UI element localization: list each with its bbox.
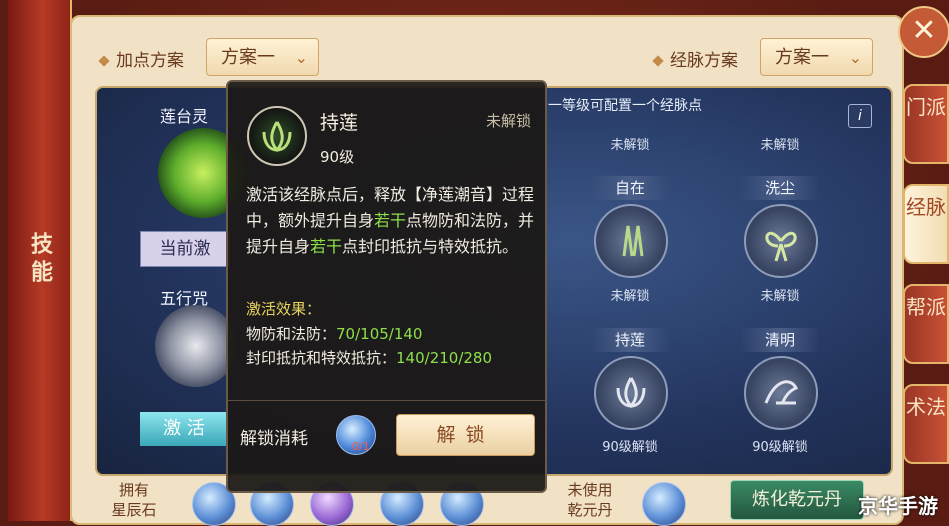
close-icon[interactable]: ✕ xyxy=(898,6,949,58)
tooltip-lock-state: 未解锁 xyxy=(485,112,531,130)
qianyuan-pill-icon[interactable] xyxy=(642,482,686,526)
meridian-node-qingming[interactable] xyxy=(744,356,818,430)
plan-label-wrap: 加点方案 xyxy=(98,46,184,71)
meridian-node-zizai[interactable] xyxy=(594,204,668,278)
bird-icon xyxy=(764,380,799,405)
node-title: 自在 xyxy=(590,176,670,200)
effect-row: 封印抵抗和特效抵抗：140/210/280 xyxy=(246,349,493,367)
tab-spells[interactable]: 术法 xyxy=(903,384,949,464)
tab-meridian[interactable]: 经脉 xyxy=(903,184,949,264)
refine-button[interactable]: 炼化乾元丹 xyxy=(730,480,864,520)
node-title: 清明 xyxy=(740,328,820,352)
node-title: 洗尘 xyxy=(740,176,820,200)
hands-icon xyxy=(622,225,644,257)
five-elements-orb-icon[interactable] xyxy=(155,305,237,387)
tooltip-description: 激活该经脉点后，释放【净莲潮音】过程中，额外提升自身若干点物防和法防，并提升自身… xyxy=(246,185,535,256)
info-icon[interactable]: i xyxy=(848,104,872,128)
activate-button[interactable]: 激 活 xyxy=(140,412,228,446)
chevron-down-icon: ⌄ xyxy=(848,48,862,67)
diamond-icon xyxy=(652,55,664,67)
tooltip-title: 持莲 xyxy=(320,112,359,134)
node-status: 未解锁 xyxy=(760,138,800,153)
tab-guild[interactable]: 帮派 xyxy=(903,284,949,364)
tab-skills-label: 技能 xyxy=(27,232,52,288)
node-status: 未解锁 xyxy=(610,138,650,153)
node-status: 未解锁 xyxy=(760,289,800,304)
node-status: 90级解锁 xyxy=(602,440,658,455)
node-title: 持莲 xyxy=(590,328,670,352)
meridian-dropdown[interactable]: 方案一 ⌄ xyxy=(760,38,873,76)
plan-dropdown[interactable]: 方案一 ⌄ xyxy=(206,38,319,76)
tab-skills[interactable]: 技能 xyxy=(8,0,72,521)
meridian-label-wrap: 经脉方案 xyxy=(652,46,738,71)
own-stones-label: 拥有 星辰石 xyxy=(111,481,157,519)
unlock-cost-count: 0/1 xyxy=(352,440,370,453)
node-status: 未解锁 xyxy=(610,289,650,304)
divider xyxy=(228,400,545,401)
watermark: 京华手游 xyxy=(858,494,938,518)
plan-dropdown-value: 方案一 xyxy=(221,47,275,68)
effect-row: 物防和法防：70/105/140 xyxy=(246,325,423,343)
tab-sect[interactable]: 门派 xyxy=(903,84,949,164)
butterfly-icon xyxy=(765,231,797,262)
lotus-icon xyxy=(247,106,307,166)
current-status-button[interactable]: 当前激 xyxy=(140,231,230,267)
meridian-node-chilian[interactable] xyxy=(594,356,668,430)
meridian-label: 经脉方案 xyxy=(670,51,738,71)
plan-label: 加点方案 xyxy=(116,51,184,71)
chevron-down-icon: ⌄ xyxy=(294,48,308,67)
node-status: 90级解锁 xyxy=(752,440,808,455)
lotus-icon xyxy=(616,377,646,409)
node-tooltip: 持莲 未解锁 90级 激活该经脉点后，释放【净莲潮音】过程中，额外提升自身若干点… xyxy=(226,80,547,493)
unlock-button[interactable]: 解锁 xyxy=(396,414,535,456)
unlock-cost-label: 解锁消耗 xyxy=(240,429,308,449)
board-hint: 一等级可配置一个经脉点 xyxy=(548,98,702,114)
tooltip-level: 90级 xyxy=(320,148,355,166)
diamond-icon xyxy=(98,55,110,67)
unused-pills-label: 未使用 乾元丹 xyxy=(567,481,613,519)
meridian-node-xichen[interactable] xyxy=(744,204,818,278)
orb1-title: 莲台灵 xyxy=(160,107,209,126)
meridian-dropdown-value: 方案一 xyxy=(775,47,829,68)
effect-title: 激活效果： xyxy=(246,300,322,318)
